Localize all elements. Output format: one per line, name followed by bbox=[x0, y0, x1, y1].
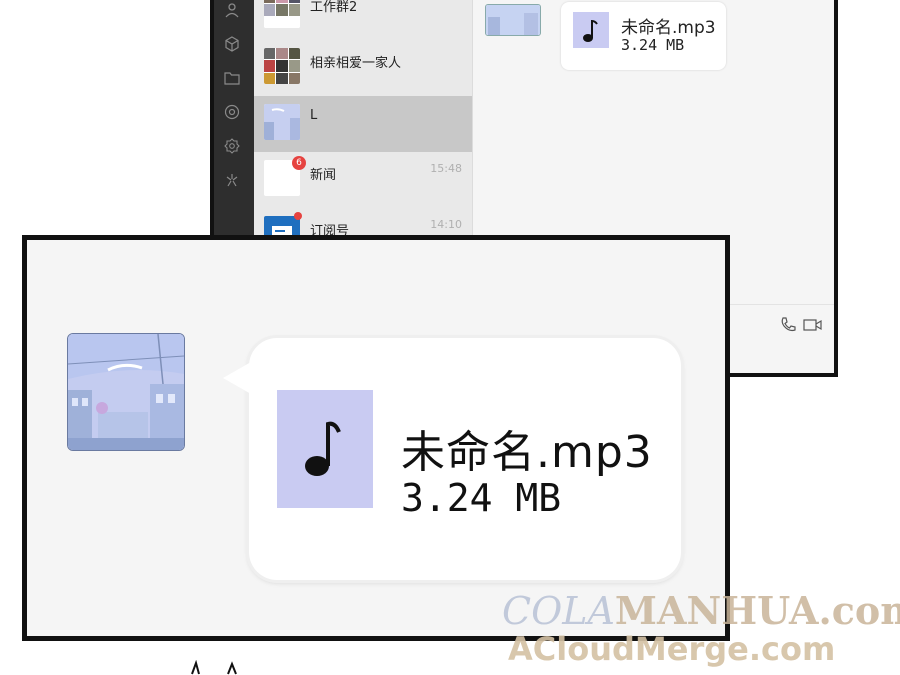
contacts-icon[interactable] bbox=[222, 2, 242, 22]
chat-name: 相亲相爱一家人 bbox=[310, 56, 402, 71]
sender-avatar bbox=[485, 4, 541, 36]
settings-icon[interactable] bbox=[222, 138, 242, 158]
chat-name: 工作群2 bbox=[310, 0, 358, 15]
chat-time: 15:48 bbox=[430, 162, 462, 175]
cube-icon[interactable] bbox=[222, 36, 242, 56]
chat-item-work-group[interactable]: 工作群2 bbox=[254, 0, 472, 40]
unread-badge: 6 bbox=[292, 156, 306, 170]
ink-stroke-decoration bbox=[191, 660, 237, 675]
folder-icon[interactable] bbox=[222, 70, 242, 90]
file-message-bubble[interactable]: 未命名.mp3 3.24 MB bbox=[561, 2, 726, 70]
phone-icon[interactable] bbox=[779, 316, 799, 334]
music-note-icon bbox=[573, 12, 609, 48]
chat-item-l[interactable]: L bbox=[254, 96, 472, 152]
watermark-part: COLA bbox=[502, 589, 615, 633]
zoomed-message-panel: 未命名.mp3 3.24 MB bbox=[22, 235, 730, 641]
file-name: 未命名.mp3 bbox=[401, 427, 653, 478]
chat-name: L bbox=[310, 108, 318, 123]
sender-avatar-large bbox=[67, 333, 185, 451]
chat-name: 新闻 bbox=[310, 168, 337, 183]
aperture-icon[interactable] bbox=[222, 104, 242, 124]
chat-item-news[interactable]: 6 新闻 15:48 bbox=[254, 152, 472, 208]
watermark-acloudmerge: ACloudMerge.com bbox=[508, 630, 836, 668]
file-size: 3.24 MB bbox=[401, 476, 562, 520]
file-size: 3.24 MB bbox=[621, 36, 685, 54]
group-avatar bbox=[264, 0, 300, 28]
file-name: 未命名.mp3 bbox=[621, 18, 716, 38]
unread-dot bbox=[294, 212, 302, 220]
file-message-bubble-large[interactable]: 未命名.mp3 3.24 MB bbox=[223, 338, 681, 580]
contact-avatar bbox=[264, 104, 300, 140]
video-call-icon[interactable] bbox=[803, 316, 823, 334]
bubble-tail bbox=[223, 362, 251, 394]
group-avatar bbox=[264, 48, 300, 84]
watermark-colamanhua: COLAMANHUA.com bbox=[502, 588, 900, 633]
sparkle-icon[interactable] bbox=[222, 172, 242, 192]
music-note-icon bbox=[277, 390, 373, 508]
chat-item-family-group[interactable]: 相亲相爱一家人 bbox=[254, 40, 472, 96]
chat-time: 14:10 bbox=[430, 218, 462, 231]
watermark-part: MANHUA.com bbox=[614, 588, 900, 633]
